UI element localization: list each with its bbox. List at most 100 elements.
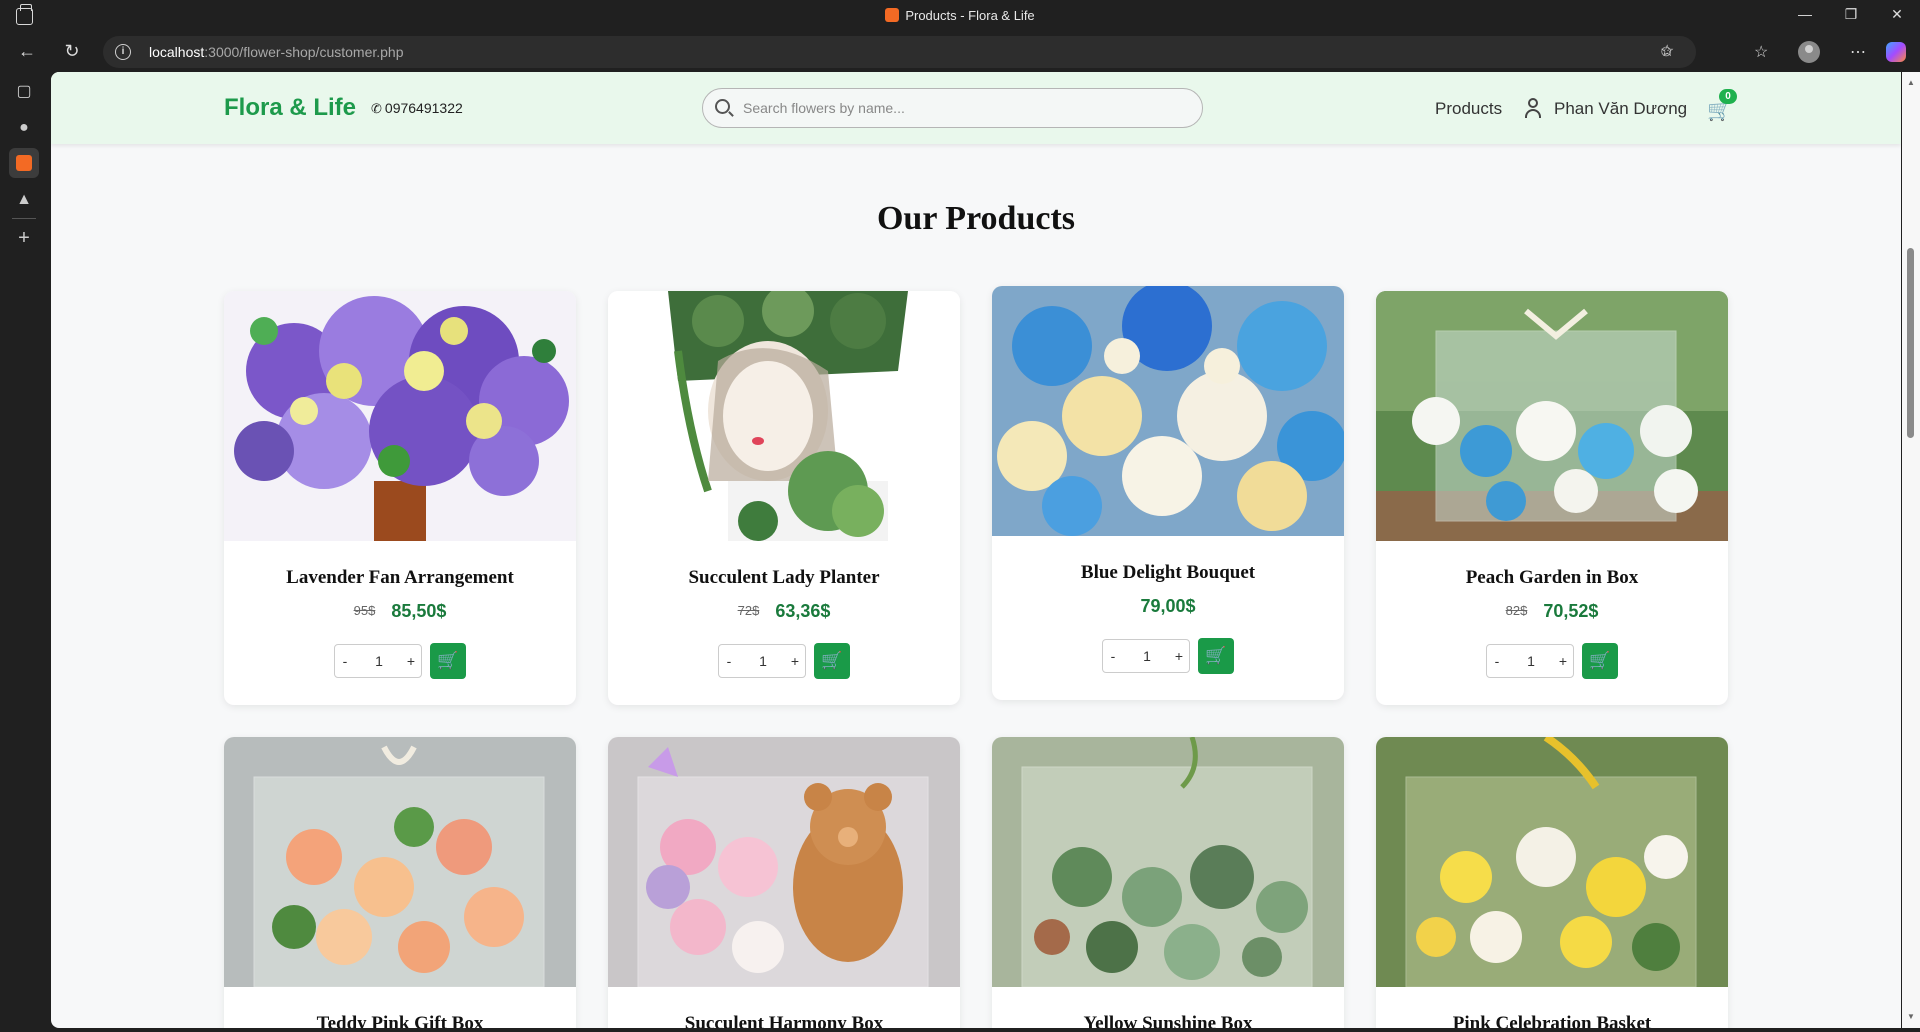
- site-favicon-icon: [885, 8, 900, 22]
- quantity-stepper: - 1 +: [1102, 639, 1190, 673]
- scroll-down-icon[interactable]: ▼: [1907, 1012, 1915, 1021]
- site-info-icon[interactable]: i: [115, 44, 131, 60]
- phone-contact: ✆ 0976491322: [371, 100, 463, 117]
- browser-vertical-sidebar: ▢ ● ▲ +: [0, 72, 50, 1032]
- product-image[interactable]: [224, 737, 576, 987]
- url-host: localhost: [149, 44, 205, 60]
- scrollbar-thumb[interactable]: [1907, 248, 1914, 438]
- close-icon[interactable]: ✕: [1887, 6, 1907, 23]
- restore-icon[interactable]: ❐: [1841, 6, 1861, 23]
- product-name: Succulent Harmony Box: [684, 1013, 884, 1028]
- nav-products-link[interactable]: Products: [1435, 99, 1502, 119]
- product-prices: 79,00$: [992, 596, 1344, 617]
- url-path: :3000/flower-shop/customer.php: [204, 44, 404, 60]
- quantity-value[interactable]: 1: [1521, 653, 1541, 669]
- cart-icon: 🛒: [437, 651, 459, 670]
- product-name: Pink Celebration Basket: [1452, 1013, 1652, 1028]
- cart-count-badge: 0: [1719, 89, 1737, 104]
- user-name-link[interactable]: Phan Văn Dương: [1554, 99, 1687, 119]
- product-image[interactable]: [1376, 737, 1728, 987]
- decrease-qty-button[interactable]: -: [335, 653, 355, 669]
- tab-title: Products - Flora & Life: [905, 8, 1035, 23]
- favorites-icon[interactable]: ☆: [1754, 42, 1768, 62]
- product-name: Yellow Sunshine Box: [1083, 1013, 1253, 1028]
- sidebar-tabs-icon[interactable]: ▢: [14, 82, 34, 102]
- page-scrollbar[interactable]: ▲ ▼: [1902, 72, 1920, 1028]
- product-image[interactable]: [992, 286, 1344, 536]
- minimize-icon[interactable]: —: [1795, 6, 1815, 22]
- product-image[interactable]: [1376, 291, 1728, 541]
- increase-qty-button[interactable]: +: [1553, 653, 1573, 669]
- decrease-qty-button[interactable]: -: [1103, 648, 1123, 664]
- product-card: Pink Celebration Basket: [1376, 737, 1728, 1028]
- browser-titlebar: Products - Flora & Life — ❐ ✕: [0, 0, 1920, 32]
- product-image[interactable]: [608, 291, 960, 541]
- cart-icon: 🛒: [1205, 646, 1227, 665]
- product-name: Succulent Lady Planter: [688, 567, 880, 588]
- window-title: Products - Flora & Life: [0, 8, 1920, 23]
- product-card: Peach Garden in Box 82$ 70,52$ - 1 + 🛒: [1376, 291, 1728, 705]
- product-card: Teddy Pink Gift Box: [224, 737, 576, 1028]
- add-to-cart-button[interactable]: 🛒: [1198, 638, 1234, 674]
- add-to-cart-button[interactable]: 🛒: [814, 643, 850, 679]
- add-favorite-star-icon[interactable]: ☆: [1660, 41, 1674, 61]
- phone-number: 0976491322: [384, 100, 463, 116]
- increase-qty-button[interactable]: +: [1169, 648, 1189, 664]
- scroll-up-icon[interactable]: ▲: [1907, 78, 1915, 87]
- product-image[interactable]: [992, 737, 1344, 987]
- product-image[interactable]: [608, 737, 960, 987]
- add-to-cart-button[interactable]: 🛒: [1582, 643, 1618, 679]
- copilot-icon[interactable]: [1886, 42, 1906, 62]
- product-image[interactable]: [224, 291, 576, 541]
- cart-icon: 🛒: [821, 651, 843, 670]
- cart-icon: 🛒: [1589, 651, 1611, 670]
- sale-price: 79,00$: [1140, 596, 1196, 616]
- site-header: Flora & Life ✆0976491322 Products Phan V…: [51, 72, 1901, 144]
- xampp-app-icon[interactable]: [9, 148, 39, 178]
- product-name: Blue Delight Bouquet: [1080, 562, 1256, 583]
- quantity-value[interactable]: 1: [369, 653, 389, 669]
- more-options-icon[interactable]: ⋯: [1850, 42, 1866, 62]
- quantity-stepper: - 1 +: [334, 644, 422, 678]
- back-icon[interactable]: ←: [15, 41, 39, 62]
- search-input[interactable]: [743, 98, 1183, 118]
- reload-icon[interactable]: ↻: [60, 41, 84, 62]
- decrease-qty-button[interactable]: -: [1487, 653, 1507, 669]
- section-title: Our Products: [876, 200, 1076, 237]
- search-icon: [715, 99, 730, 114]
- original-price: 95$: [353, 603, 376, 618]
- github-icon[interactable]: ●: [14, 118, 34, 138]
- search-bar: [702, 88, 1203, 128]
- product-prices: 95$ 85,50$: [224, 601, 576, 622]
- product-prices: 72$ 63,36$: [608, 601, 960, 622]
- user-icon: [1525, 98, 1541, 118]
- quantity-value[interactable]: 1: [1137, 648, 1157, 664]
- product-card: Yellow Sunshine Box: [992, 737, 1344, 1028]
- sale-price: 63,36$: [775, 601, 831, 621]
- original-price: 82$: [1505, 603, 1528, 618]
- decrease-qty-button[interactable]: -: [719, 653, 739, 669]
- increase-qty-button[interactable]: +: [785, 653, 805, 669]
- product-name: Lavender Fan Arrangement: [286, 567, 514, 588]
- profile-avatar[interactable]: [1798, 41, 1820, 63]
- add-app-icon[interactable]: +: [14, 228, 34, 248]
- add-to-cart-button[interactable]: 🛒: [430, 643, 466, 679]
- quantity-stepper: - 1 +: [1486, 644, 1574, 678]
- original-price: 72$: [737, 603, 760, 618]
- brand-logo[interactable]: Flora & Life: [224, 94, 356, 122]
- app-logo-icon[interactable]: ▲: [14, 190, 34, 210]
- sidebar-divider: [12, 218, 36, 219]
- product-card: Succulent Harmony Box: [608, 737, 960, 1028]
- product-card: Succulent Lady Planter 72$ 63,36$ - 1 + 🛒: [608, 291, 960, 705]
- product-name: Teddy Pink Gift Box: [316, 1013, 484, 1028]
- url-input[interactable]: i localhost:3000/flower-shop/customer.ph…: [103, 36, 1696, 68]
- increase-qty-button[interactable]: +: [401, 653, 421, 669]
- product-card: Blue Delight Bouquet 79,00$ - 1 + 🛒: [992, 286, 1344, 700]
- page-viewport: Flora & Life ✆0976491322 Products Phan V…: [51, 72, 1901, 1028]
- sale-price: 70,52$: [1543, 601, 1599, 621]
- phone-icon: ✆: [371, 101, 382, 116]
- quantity-value[interactable]: 1: [753, 653, 773, 669]
- product-name: Peach Garden in Box: [1465, 567, 1639, 588]
- product-card: Lavender Fan Arrangement 95$ 85,50$ - 1 +…: [224, 291, 576, 705]
- product-prices: 82$ 70,52$: [1376, 601, 1728, 622]
